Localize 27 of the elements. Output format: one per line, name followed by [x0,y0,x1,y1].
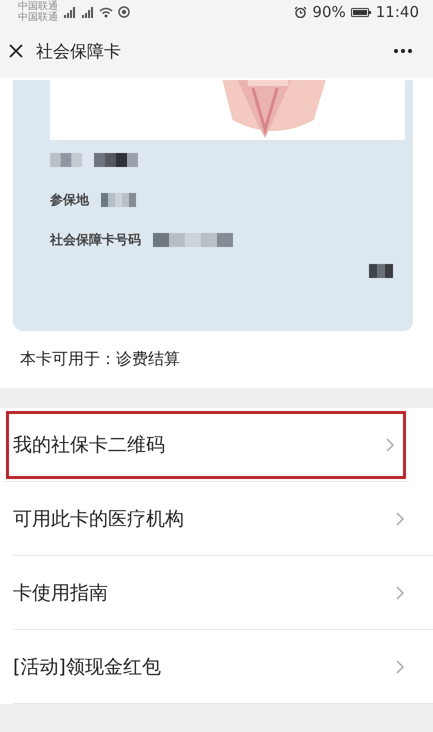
carrier-text: 中国联通 [18,12,58,23]
redacted-label [50,153,82,167]
chevron-icon [395,512,405,526]
redacted-value [94,153,138,167]
chevron-icon [395,660,405,674]
menu-item[interactable]: 卡使用指南 [13,556,433,630]
close-icon[interactable] [8,43,24,59]
target-icon [118,6,130,18]
field-label: 参保地 [50,192,89,209]
usage-text: 本卡可用于：诊费结算 [19,348,181,370]
battery-percent: 90% [312,3,346,21]
battery-icon [350,6,371,18]
signal-icon [81,6,94,18]
field-label: 社会保障卡号码 [50,232,141,249]
chevron-icon [385,438,395,452]
redacted-code [369,264,393,278]
alarm-icon [294,6,308,18]
window-title: 社会保障卡 [36,40,121,62]
menu-item[interactable]: 可用此卡的医疗机构 [13,482,433,556]
redacted-value [101,193,136,207]
chevron-icon [395,586,405,600]
wifi-icon [99,6,113,18]
more-icon[interactable] [393,48,413,54]
clock-time: 11:40 [376,3,419,21]
menu-item[interactable]: 我的社保卡二维码 [3,408,409,482]
signal-icon [63,6,76,18]
carrier-text: 中国联通 [18,1,58,12]
